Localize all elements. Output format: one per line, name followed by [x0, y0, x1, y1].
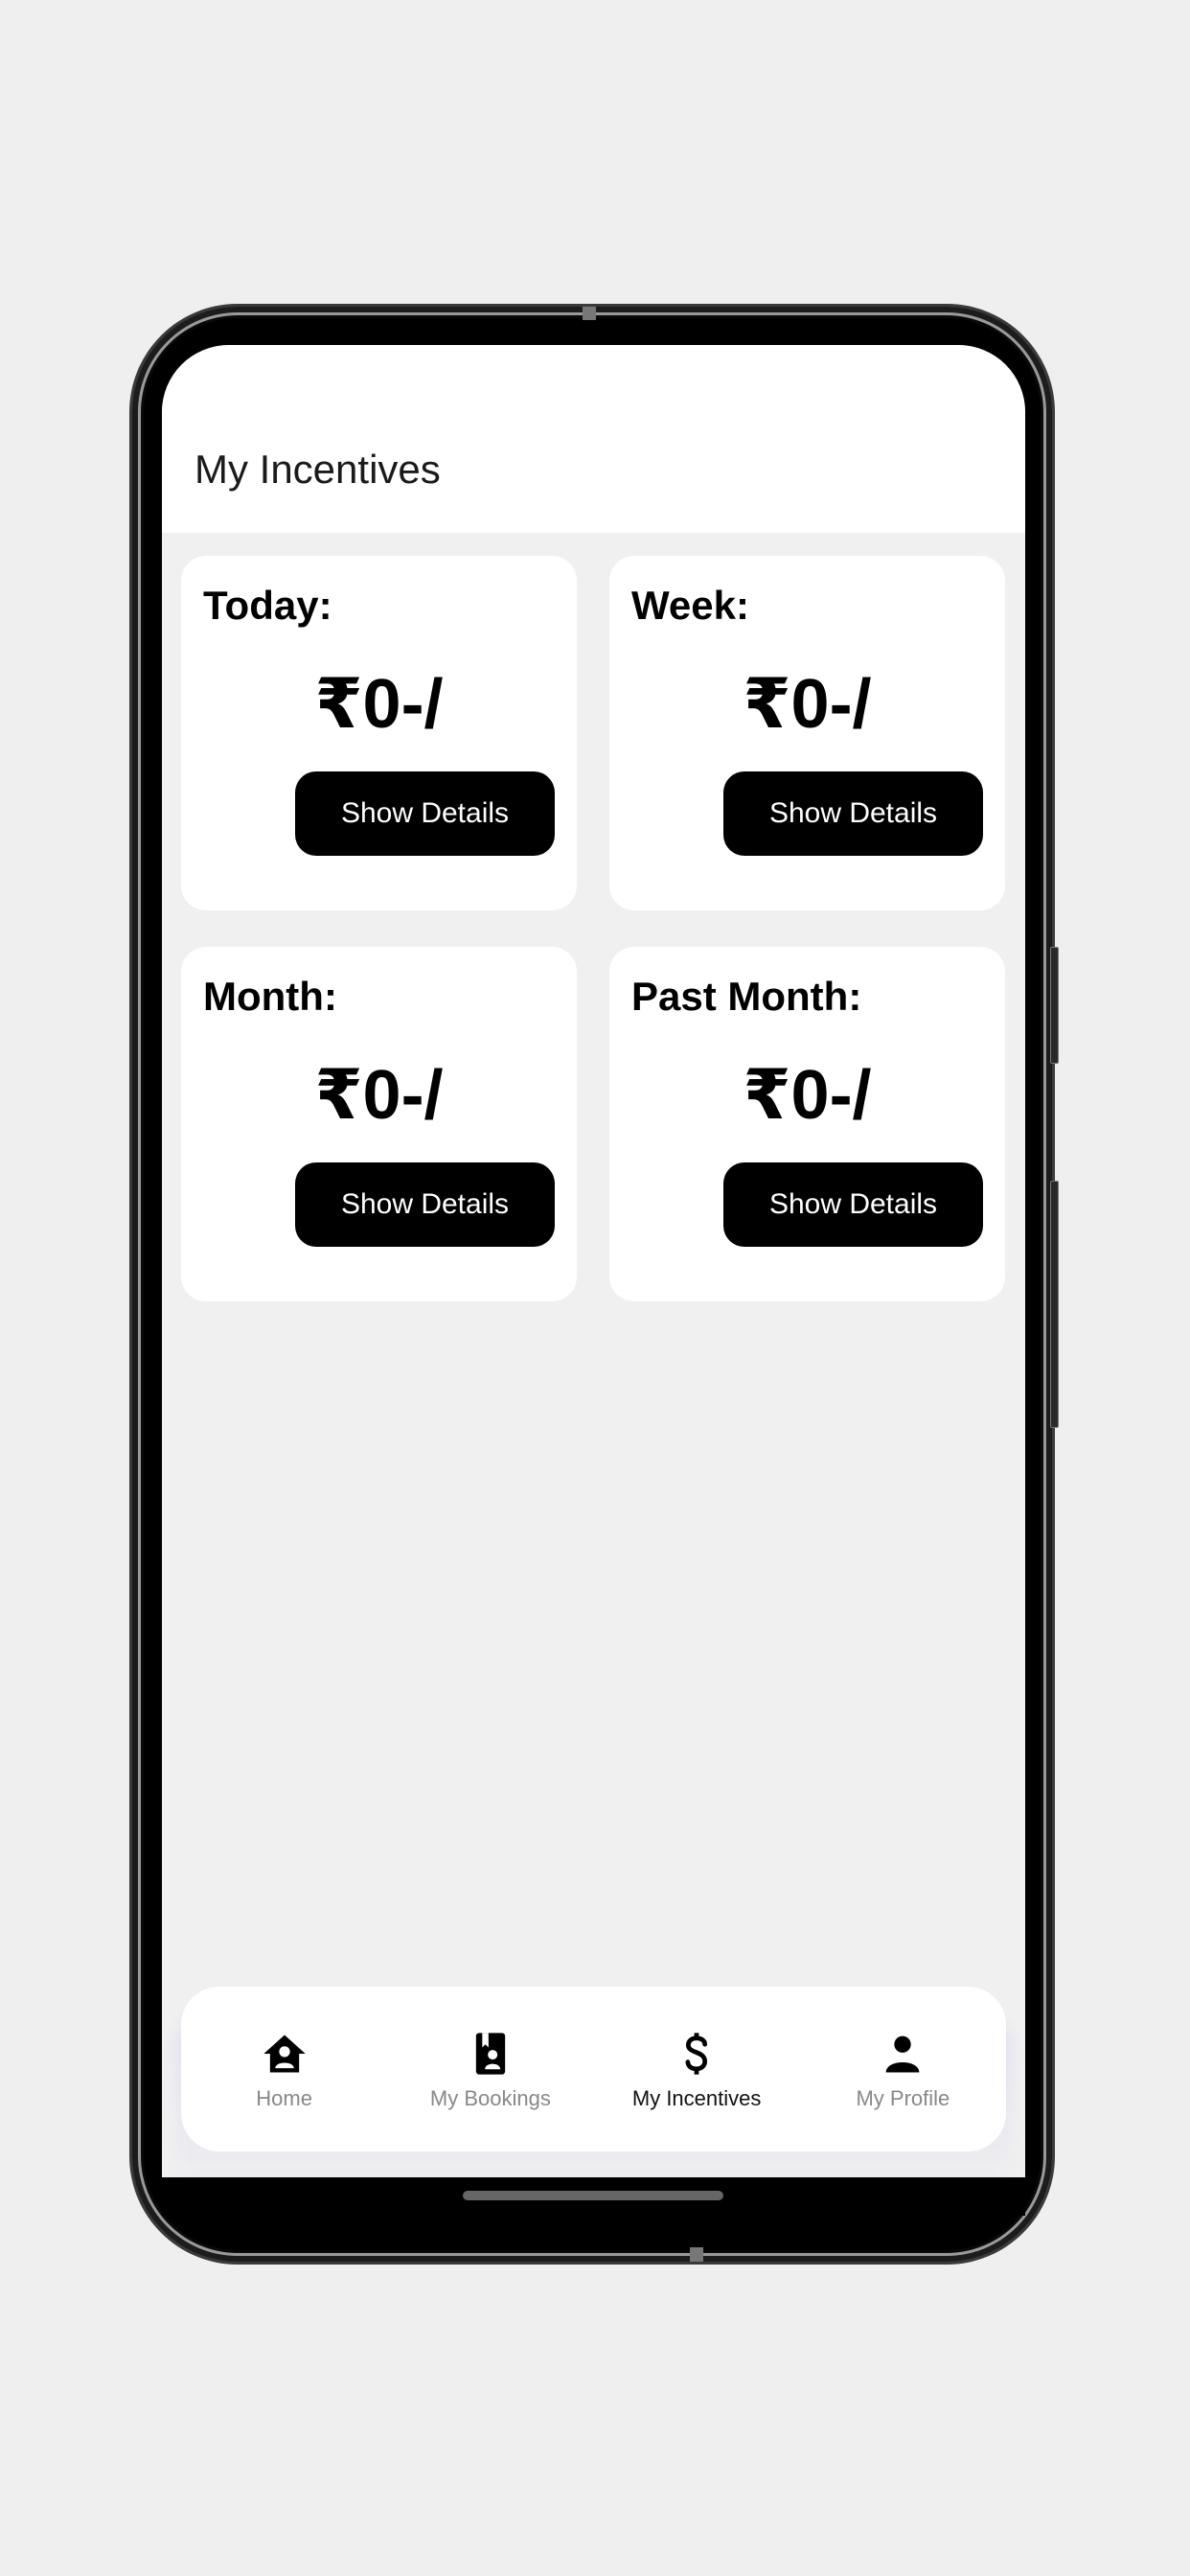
page-title: My Incentives: [195, 447, 441, 492]
person-icon: [886, 2036, 920, 2073]
show-details-button[interactable]: Show Details: [723, 1162, 983, 1247]
show-details-button[interactable]: Show Details: [723, 771, 983, 856]
contact-book-icon: [475, 2033, 506, 2075]
incentive-card-today: Today: ₹0-/ Show Details: [181, 556, 577, 910]
card-label: Week:: [631, 583, 749, 628]
incentive-card-month: Month: ₹0-/ Show Details: [181, 947, 577, 1301]
incentive-card-past-month: Past Month: ₹0-/ Show Details: [609, 947, 1005, 1301]
card-amount: ₹0-/: [743, 1057, 872, 1134]
nav-label: My Bookings: [429, 2086, 551, 2110]
card-amount: ₹0-/: [314, 666, 444, 743]
show-details-button[interactable]: Show Details: [295, 771, 555, 856]
home-indicator[interactable]: [463, 2191, 723, 2200]
card-label: Month:: [203, 974, 337, 1019]
antenna-line: [690, 2247, 703, 2262]
show-details-button[interactable]: Show Details: [295, 1162, 555, 1247]
incentive-card-week: Week: ₹0-/ Show Details: [609, 556, 1005, 910]
card-amount: ₹0-/: [743, 666, 872, 743]
nav-label: Home: [256, 2086, 312, 2110]
bottom-nav: Home My Bookings My Incentives My Profil…: [181, 1987, 1006, 2151]
antenna-line: [583, 307, 596, 320]
power-button: [1050, 1181, 1059, 1428]
app-header: My Incentives: [162, 345, 1025, 533]
card-label: Past Month:: [631, 974, 862, 1019]
nav-item-my-incentives[interactable]: My Incentives: [594, 1987, 800, 2151]
volume-button: [1050, 947, 1059, 1064]
card-amount: ₹0-/: [314, 1057, 444, 1134]
nav-item-my-profile[interactable]: My Profile: [800, 1987, 1006, 2151]
nav-item-my-bookings[interactable]: My Bookings: [387, 1987, 593, 2151]
app-screen: My Incentives Today: ₹0-/ Show Details W…: [162, 345, 1025, 2177]
nav-label: My Incentives: [631, 2086, 762, 2110]
dollar-icon: [685, 2033, 708, 2075]
nav-item-home[interactable]: Home: [181, 1987, 387, 2151]
home-person-icon: [263, 2035, 306, 2073]
card-label: Today:: [203, 583, 332, 628]
nav-label: My Profile: [856, 2086, 950, 2110]
